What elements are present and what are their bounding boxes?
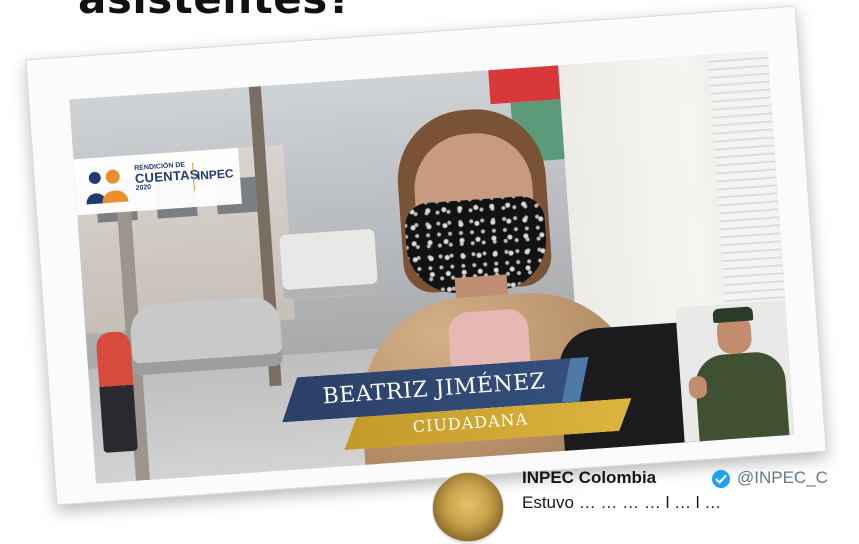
- people-logo-icon: [86, 169, 129, 205]
- logo-brand: INPEC: [196, 166, 234, 183]
- inpec-avatar[interactable]: [432, 472, 504, 544]
- tweet-handle[interactable]: @INPEC_C: [737, 468, 828, 488]
- video-frame[interactable]: RENDICIÓN DE CUENTAS 2020 INPEC BEATRIZ …: [69, 50, 795, 484]
- parked-truck: [279, 228, 379, 301]
- sign-language-interpreter: [675, 300, 795, 443]
- parked-car: [128, 295, 284, 376]
- store-sign: [488, 65, 561, 105]
- verified-badge-icon: [712, 470, 730, 488]
- rendicion-cuentas-logo: RENDICIÓN DE CUENTAS 2020 INPEC: [73, 147, 242, 216]
- page-heading-fragment: asistentes?: [78, 0, 353, 23]
- tweet-text: Estuvo … … … … l … l …: [522, 493, 722, 512]
- video-screenshot-card: RENDICIÓN DE CUENTAS 2020 INPEC BEATRIZ …: [25, 5, 827, 506]
- tweet-display-name[interactable]: INPEC Colombia: [522, 468, 656, 488]
